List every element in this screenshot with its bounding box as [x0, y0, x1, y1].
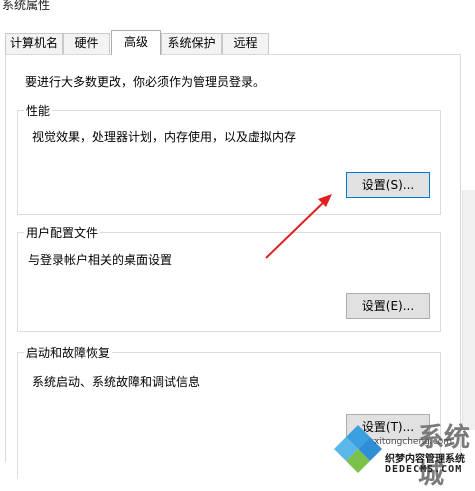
- watermark-logo-icon: [334, 425, 382, 473]
- tab-remote[interactable]: 远程: [222, 33, 269, 54]
- watermark: 系统城 xitongcheng.com 织梦内容管理系统 DEDECMS.COM: [330, 415, 475, 490]
- startup-recovery-group-title: 启动和故障恢复: [24, 344, 113, 361]
- user-profiles-description: 与登录帐户相关的桌面设置: [28, 253, 173, 267]
- performance-group: 性能 视觉效果，处理器计划，内存使用，以及虚拟内存 设置(S)...: [17, 102, 441, 215]
- user-profiles-group-title: 用户配置文件: [24, 224, 101, 241]
- window-edge: [462, 190, 475, 430]
- startup-recovery-description: 系统启动、系统故障和调试信息: [32, 375, 201, 389]
- admin-notice: 要进行大多数更改，你必须作为管理员登录。: [25, 75, 266, 89]
- tab-system-protection[interactable]: 系统保护: [161, 33, 222, 54]
- watermark-cn-text: 织梦内容管理系统: [385, 454, 465, 465]
- user-profiles-group: 用户配置文件 与登录帐户相关的桌面设置 设置(E)...: [17, 224, 441, 332]
- title-bar: 系统属性: [0, 0, 475, 24]
- window-title: 系统属性: [2, 0, 51, 12]
- annotation-arrow-icon: [265, 194, 332, 259]
- user-profiles-settings-button[interactable]: 设置(E)...: [346, 293, 430, 319]
- performance-settings-button[interactable]: 设置(S)...: [346, 172, 430, 198]
- tab-computer-name[interactable]: 计算机名: [5, 33, 63, 54]
- tab-hardware[interactable]: 硬件: [63, 33, 110, 54]
- watermark-en-text: DEDECMS.COM: [385, 464, 463, 475]
- performance-description: 视觉效果，处理器计划，内存使用，以及虚拟内存: [32, 130, 297, 144]
- watermark-url: xitongcheng.com: [374, 437, 452, 447]
- performance-group-title: 性能: [24, 102, 53, 119]
- tab-advanced[interactable]: 高级: [111, 30, 161, 55]
